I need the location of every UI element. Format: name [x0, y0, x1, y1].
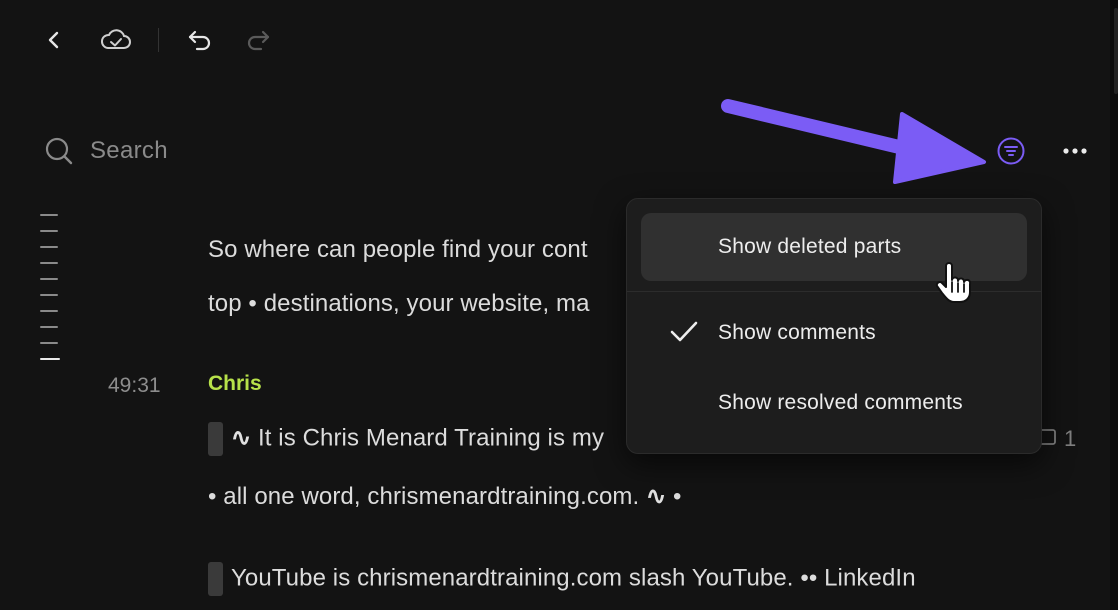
- checkmark-icon: [670, 321, 698, 342]
- transcript-line: ∿ It is Chris Menard Training is my: [208, 422, 604, 456]
- annotation-arrow-icon: [721, 99, 986, 184]
- pointer-cursor-icon: [935, 262, 972, 303]
- undo-icon: [188, 30, 211, 51]
- menu-item-label: Show resolved comments: [718, 391, 963, 414]
- search-bar[interactable]: Search: [44, 134, 168, 168]
- redo-icon: [247, 30, 270, 51]
- transcript-line: So where can people find your cont: [208, 236, 588, 263]
- window-edge: [1110, 0, 1118, 610]
- cloud-check-icon: [101, 29, 131, 49]
- menu-item-label: Show deleted parts: [718, 235, 902, 258]
- timestamp[interactable]: 49:31: [108, 374, 161, 398]
- transcript-text: •: [666, 483, 682, 510]
- menu-divider: [627, 291, 1041, 292]
- search-input[interactable]: Search: [90, 137, 168, 165]
- comment-count: 1: [1064, 426, 1077, 451]
- transcript-text: • all one word, chrismenardtraining.com.: [208, 483, 647, 510]
- more-horizontal-icon: [1063, 148, 1087, 154]
- pause-wave-icon: ∿: [231, 424, 252, 452]
- transcript-text: YouTube is chrismenardtraining.com slash…: [231, 564, 916, 592]
- menu-item-label: Show comments: [718, 321, 876, 344]
- redo-button[interactable]: [240, 22, 276, 58]
- top-toolbar: [0, 0, 1118, 80]
- scroll-handle[interactable]: [1114, 8, 1118, 94]
- transcript-line: YouTube is chrismenardtraining.com slash…: [208, 562, 916, 596]
- pause-wave-icon: ∿: [646, 483, 667, 510]
- more-options-button[interactable]: [1056, 136, 1094, 166]
- menu-item-show-comments[interactable]: Show comments: [641, 299, 1027, 367]
- sync-status-button[interactable]: [98, 22, 134, 58]
- search-icon: [45, 137, 73, 165]
- undo-button[interactable]: [182, 22, 218, 58]
- transcript-line: • all one word, chrismenardtraining.com.…: [208, 482, 682, 511]
- chevron-left-icon: [48, 31, 59, 49]
- toolbar-divider: [158, 28, 159, 52]
- speaker-name[interactable]: Chris: [208, 372, 262, 396]
- transcript-text: It is Chris Menard Training is my: [251, 424, 605, 452]
- back-button[interactable]: [36, 22, 72, 58]
- menu-item-show-resolved-comments[interactable]: Show resolved comments: [641, 369, 1027, 437]
- edit-marker[interactable]: [208, 562, 223, 596]
- filter-icon: [997, 137, 1025, 165]
- filter-menu: Show deleted parts Show comments Show re…: [626, 198, 1042, 454]
- edit-marker[interactable]: [208, 422, 223, 456]
- transcript-line: top • destinations, your website, ma: [208, 290, 590, 317]
- filter-button[interactable]: [994, 134, 1028, 168]
